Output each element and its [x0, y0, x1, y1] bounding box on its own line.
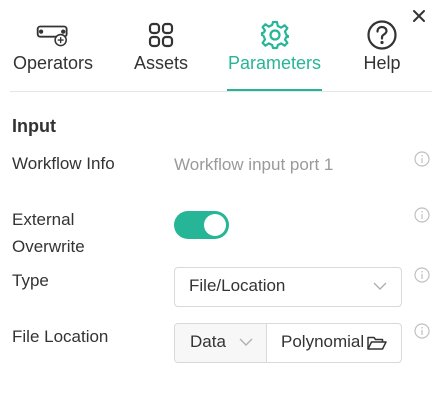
tab-assets-label: Assets — [133, 53, 189, 73]
type-select-value: File/Location — [189, 276, 286, 295]
folder-open-icon[interactable] — [367, 335, 387, 351]
info-icon[interactable] — [414, 267, 430, 283]
file-location-control: Data Polynomial — [174, 323, 402, 363]
type-select[interactable]: File/Location — [174, 267, 402, 307]
tab-bar: Operators Assets Parameters Help — [0, 0, 432, 92]
workflow-info-label: Workflow Info — [12, 154, 115, 173]
type-label: Type — [12, 271, 49, 290]
tab-operators-label: Operators — [12, 53, 94, 73]
tab-bar-divider — [10, 91, 432, 92]
chevron-down-icon — [373, 282, 387, 290]
section-title: Input — [12, 116, 56, 136]
workflow-info-value: Workflow input port 1 — [174, 155, 334, 174]
chevron-down-icon — [239, 338, 253, 346]
tab-help[interactable]: Help — [360, 0, 404, 92]
file-source-value: Data — [190, 332, 226, 351]
tab-operators[interactable]: Operators — [10, 0, 96, 92]
operators-icon — [36, 18, 70, 52]
tab-parameters-label: Parameters — [227, 53, 322, 73]
assets-icon — [144, 18, 178, 52]
file-location-label: File Location — [12, 327, 109, 346]
toggle-knob — [204, 214, 226, 236]
info-icon[interactable] — [414, 151, 430, 167]
external-overwrite-label-line1: External — [12, 210, 75, 229]
tab-help-label: Help — [363, 53, 401, 73]
external-overwrite-label: External Overwrite — [12, 206, 85, 260]
info-icon[interactable] — [414, 207, 430, 223]
info-icon[interactable] — [414, 323, 430, 339]
file-path-input[interactable]: Polynomial — [281, 332, 367, 352]
gear-icon — [258, 18, 292, 52]
tab-parameters[interactable]: Parameters — [227, 0, 322, 92]
external-overwrite-label-line2: Overwrite — [12, 237, 85, 256]
help-icon — [365, 18, 399, 52]
tab-assets[interactable]: Assets — [132, 0, 190, 92]
external-overwrite-toggle[interactable] — [174, 211, 229, 239]
file-source-select[interactable]: Data — [175, 324, 267, 362]
